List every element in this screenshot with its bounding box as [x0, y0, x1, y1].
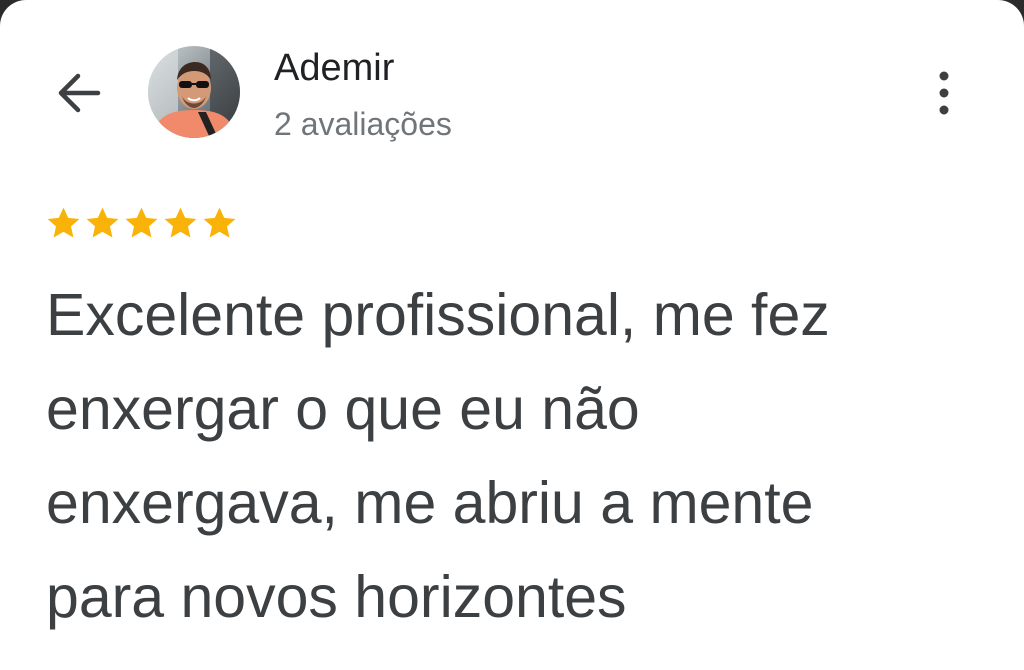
review-text-line: Excelente profissional, me fez [46, 282, 830, 348]
star-icon [47, 207, 80, 238]
author-name[interactable]: Ademir [274, 44, 394, 92]
review-text-line: para novos horizontes [46, 564, 627, 630]
review-count: 2 avaliações [274, 106, 452, 142]
review-text: Excelente profissional, me fez enxergar … [46, 268, 1006, 644]
review-card: Ademir 2 avaliações Excelente profission… [0, 0, 1024, 670]
star-icon [86, 207, 119, 238]
review-text-line: enxergava, me abriu a mente [46, 470, 814, 536]
more-options-button[interactable] [920, 66, 968, 120]
star-icon [125, 207, 158, 238]
star-icon [203, 207, 236, 238]
star-rating [44, 204, 239, 243]
avatar[interactable] [148, 46, 240, 138]
avatar-photo [148, 46, 240, 138]
back-button[interactable] [52, 66, 106, 120]
review-text-line: enxergar o que eu não [46, 376, 640, 442]
more-vert-icon [939, 71, 949, 115]
star-icon [164, 207, 197, 238]
arrow-left-icon [58, 73, 101, 113]
